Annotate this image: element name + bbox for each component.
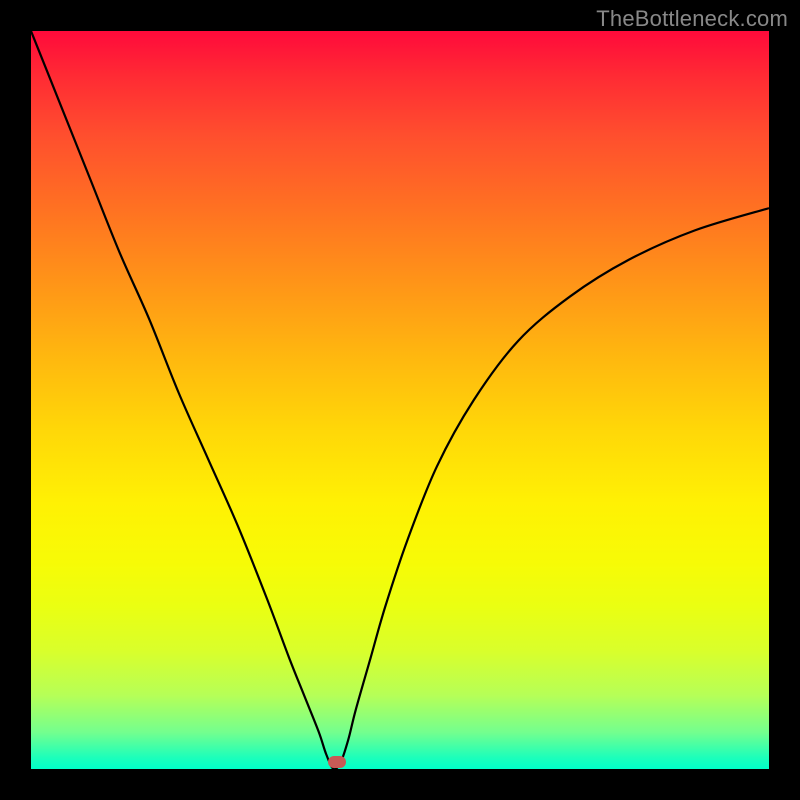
bottleneck-curve [31, 31, 769, 769]
bottleneck-marker [328, 756, 346, 768]
curve-svg [31, 31, 769, 769]
chart-frame: TheBottleneck.com [0, 0, 800, 800]
watermark-text: TheBottleneck.com [596, 6, 788, 32]
plot-area [31, 31, 769, 769]
